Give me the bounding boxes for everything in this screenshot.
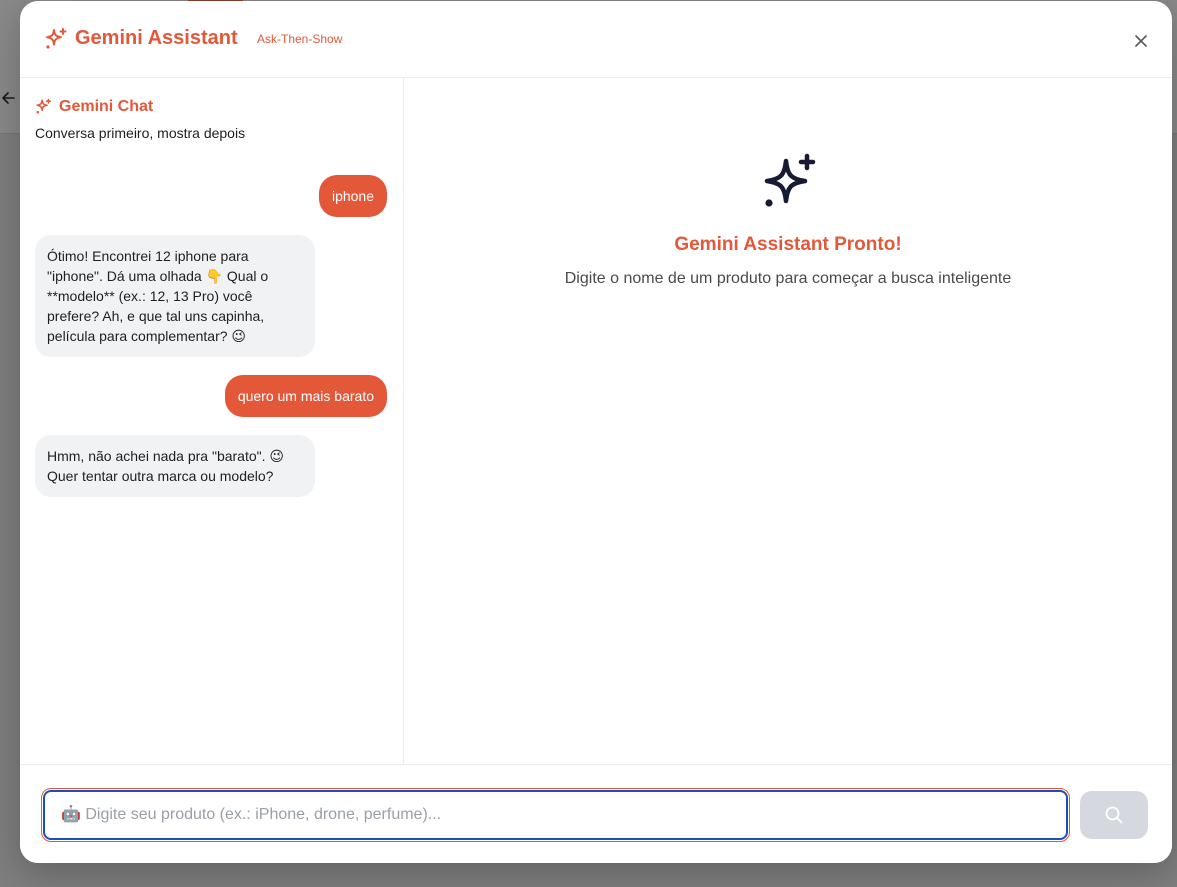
back-arrow-icon: [2, 92, 15, 104]
modal-header: Gemini Assistant Ask-Then-Show: [20, 1, 1172, 78]
ready-title: Gemini Assistant Pronto!: [674, 234, 902, 255]
user-message: iphone: [318, 175, 387, 217]
modal-subtitle: Ask-Then-Show: [257, 32, 343, 46]
modal-title: Gemini Assistant: [75, 27, 238, 49]
ready-subtitle: Digite o nome de um produto para começar…: [564, 270, 1012, 287]
assistant-message: Ótimo! Encontrei 12 iphone para "iphone"…: [35, 235, 315, 357]
results-panel: Gemini Assistant Pronto! Digite o nome d…: [404, 78, 1172, 764]
sparkles-icon: [764, 153, 816, 207]
chat-panel: Gemini Chat Conversa primeiro, mostra de…: [20, 78, 404, 764]
close-icon[interactable]: [1128, 28, 1154, 54]
search-button[interactable]: [1080, 791, 1148, 839]
assistant-modal: Gemini Assistant Ask-Then-Show Gemini Ch…: [20, 1, 1172, 863]
chat-subtitle: Conversa primeiro, mostra depois: [35, 125, 246, 141]
sparkles-icon: [46, 28, 67, 49]
search-icon: [1105, 806, 1123, 824]
assistant-message: Hmm, não achei nada pra "barato". 😉 Quer…: [35, 435, 315, 497]
user-message: quero um mais barato: [224, 375, 387, 417]
input-footer: [20, 764, 1172, 863]
search-input[interactable]: [41, 788, 1070, 842]
chat-title: Gemini Chat: [59, 98, 154, 115]
sparkles-icon: [36, 98, 52, 114]
